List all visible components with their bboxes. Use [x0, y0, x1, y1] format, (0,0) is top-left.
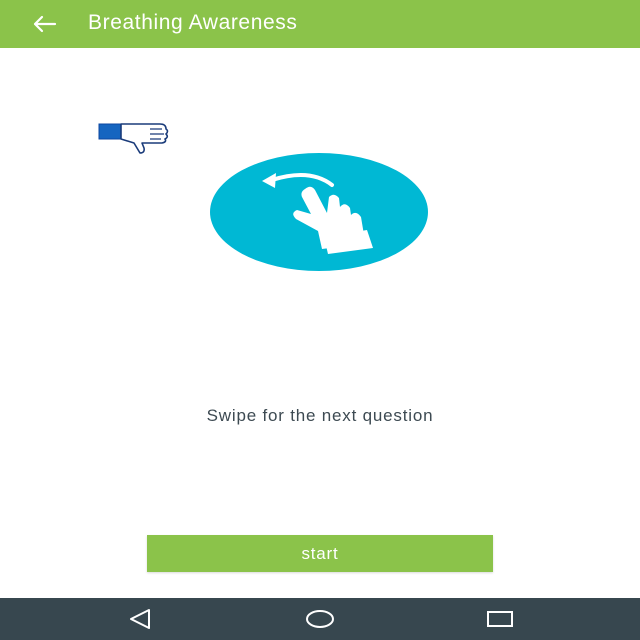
screen: Breathing Awareness Swipe for the next q… — [0, 0, 640, 640]
app-bar: Breathing Awareness — [0, 0, 640, 48]
nav-home-button[interactable] — [300, 604, 340, 634]
recents-square-icon — [487, 611, 513, 627]
thumbs-down-icon — [98, 123, 169, 154]
system-nav-bar — [0, 598, 640, 640]
nav-back-button[interactable] — [120, 604, 160, 634]
back-triangle-icon — [130, 609, 150, 629]
thumbs-down-button[interactable] — [98, 120, 172, 156]
swipe-illustration — [210, 153, 428, 271]
back-button[interactable] — [26, 8, 62, 40]
home-circle-icon — [306, 610, 334, 628]
swipe-gesture-icon — [262, 173, 373, 254]
start-button[interactable]: start — [147, 535, 493, 572]
swipe-hint-text: Swipe for the next question — [206, 406, 434, 425]
nav-recents-button[interactable] — [480, 604, 520, 634]
page-title: Breathing Awareness — [88, 11, 298, 34]
arrow-left-icon — [33, 15, 57, 33]
